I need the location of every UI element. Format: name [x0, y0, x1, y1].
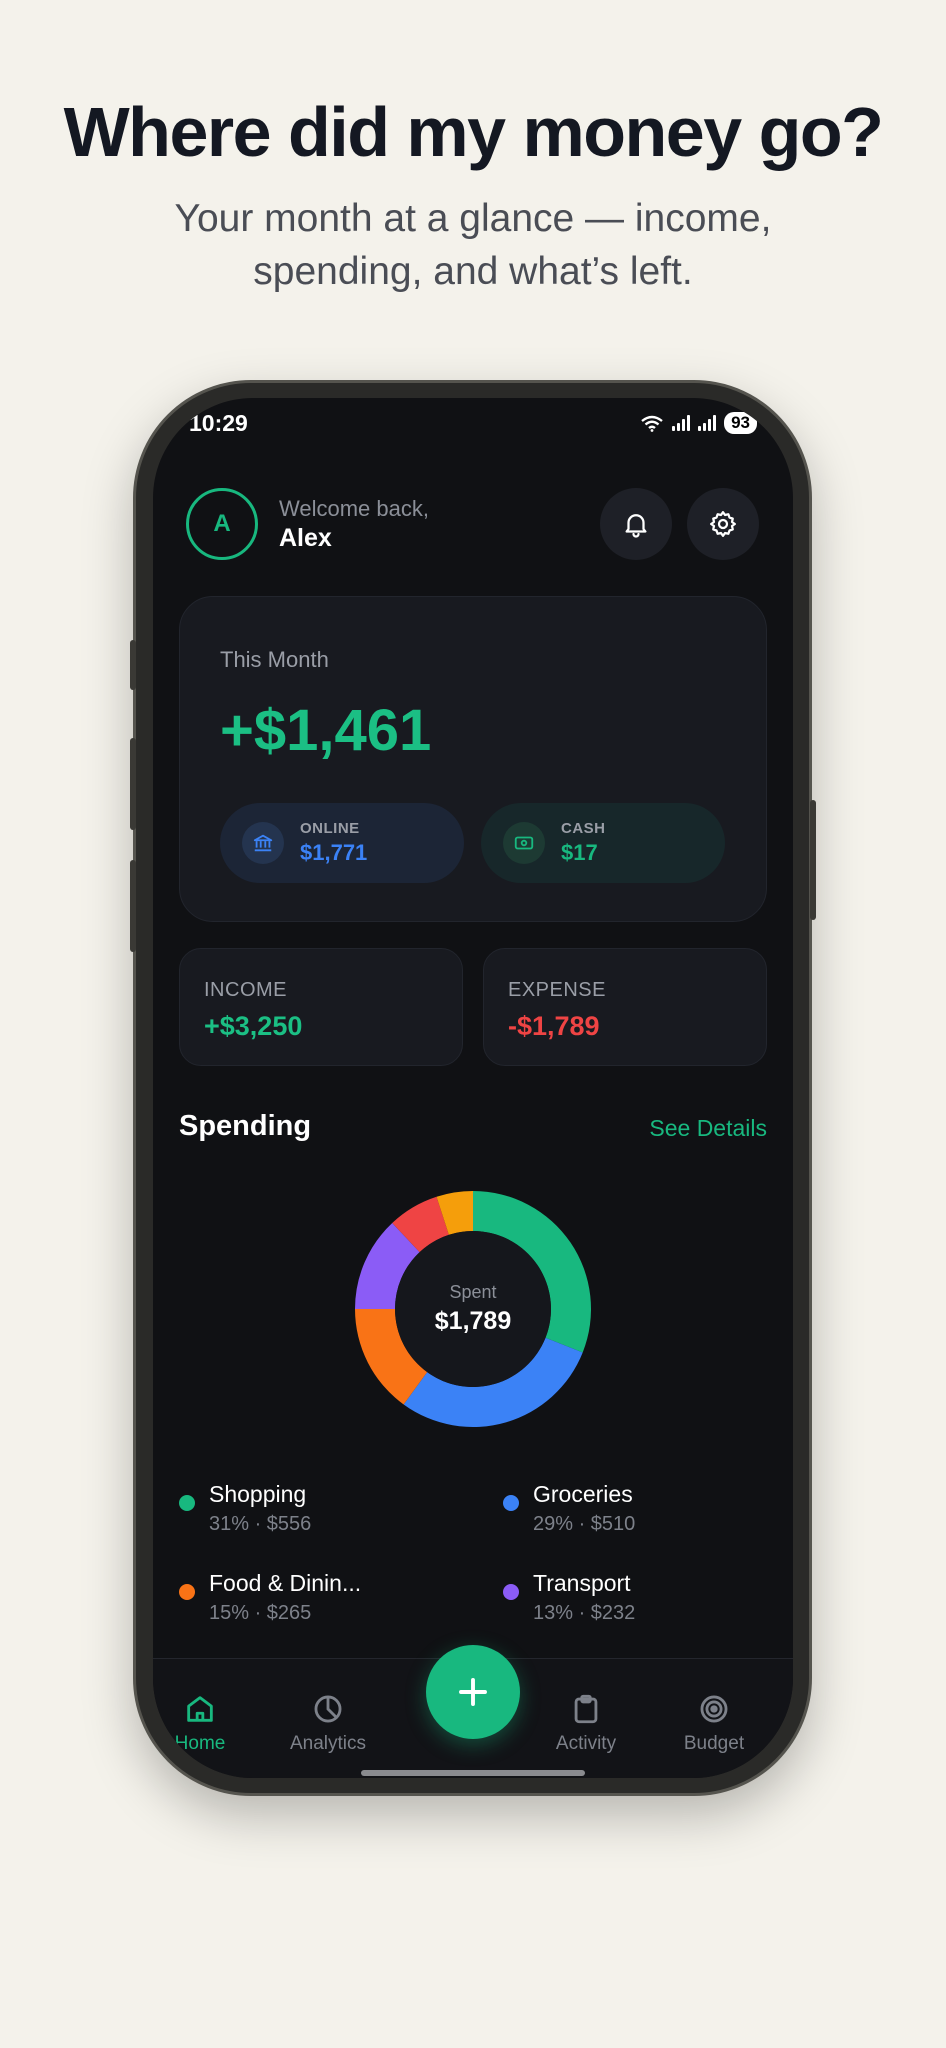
legend-dot [179, 1584, 195, 1600]
clipboard-icon [531, 1689, 641, 1729]
battery-indicator: 93 [724, 412, 757, 434]
legend-name: Transport [533, 1570, 631, 1596]
month-summary-card[interactable]: This Month +$1,461 ONLINE $1,771 CASH $1… [179, 596, 767, 922]
gear-icon [710, 511, 736, 537]
home-icon [153, 1689, 255, 1729]
settings-button[interactable] [687, 488, 759, 560]
month-net-value: +$1,461 [220, 698, 432, 763]
legend-dot [503, 1495, 519, 1511]
pie-chart-icon [273, 1689, 383, 1729]
notifications-button[interactable] [600, 488, 672, 560]
cash-balance-pill[interactable]: CASH $17 [481, 803, 725, 883]
plus-icon [459, 1678, 487, 1706]
status-time: 10:29 [189, 410, 248, 436]
phone-side-button [130, 860, 136, 952]
phone-side-button [130, 738, 136, 830]
welcome-text: Welcome back, [279, 496, 429, 521]
cash-label: CASH [561, 820, 606, 837]
spending-title: Spending [179, 1110, 312, 1142]
donut-value: $1,789 [434, 1307, 512, 1335]
donut-center: Spent $1,789 [355, 1191, 591, 1427]
user-name: Alex [279, 524, 332, 552]
avatar[interactable]: A [186, 488, 258, 560]
legend-name: Shopping [209, 1481, 307, 1507]
status-icons: 93 [640, 412, 757, 434]
donut-caption: Spent [449, 1282, 497, 1302]
bell-icon [625, 514, 647, 538]
phone-side-button [810, 800, 816, 920]
legend-meta: 15% · $265 [209, 1602, 312, 1624]
nav-activity-label: Activity [555, 1733, 617, 1754]
hero-title: Where did my money go? [63, 93, 884, 171]
expense-value: -$1,789 [508, 1011, 600, 1041]
income-value: +$3,250 [204, 1011, 303, 1041]
nav-analytics-label: Analytics [289, 1733, 367, 1754]
nav-budget[interactable]: Budget [659, 1689, 769, 1755]
cell-signal-icon [672, 415, 691, 431]
nav-budget-label: Budget [683, 1733, 745, 1754]
bank-icon [242, 822, 284, 864]
month-label: This Month [220, 647, 329, 672]
legend-name: Food & Dinin... [209, 1570, 362, 1596]
wifi-icon [641, 415, 663, 432]
cash-icon [503, 822, 545, 864]
nav-home-label: Home [174, 1733, 226, 1754]
online-balance-pill[interactable]: ONLINE $1,771 [220, 803, 464, 883]
legend-dot [503, 1584, 519, 1600]
hero-subtitle: Your month at a glance — income, spendin… [174, 197, 772, 293]
online-value: $1,771 [300, 840, 368, 865]
nav-activity[interactable]: Activity [531, 1689, 641, 1755]
phone-screen: 10:29 93 A Welcome back, Alex This Month… [153, 398, 793, 1778]
legend-meta: 29% · $510 [533, 1513, 636, 1535]
legend-name: Groceries [533, 1481, 633, 1507]
legend-meta: 13% · $232 [533, 1602, 636, 1624]
expense-card[interactable]: EXPENSE -$1,789 [483, 948, 767, 1066]
nav-home[interactable]: Home [153, 1689, 255, 1755]
income-label: INCOME [204, 979, 287, 1001]
home-indicator[interactable] [361, 1770, 585, 1776]
legend-dot [179, 1495, 195, 1511]
add-transaction-button[interactable] [426, 1645, 520, 1739]
expense-label: EXPENSE [508, 979, 606, 1001]
nav-analytics[interactable]: Analytics [273, 1689, 383, 1755]
legend-meta: 31% · $556 [209, 1513, 312, 1535]
target-icon [659, 1689, 769, 1729]
cell-signal-icon [698, 415, 717, 431]
phone-side-button [130, 640, 136, 690]
income-card[interactable]: INCOME +$3,250 [179, 948, 463, 1066]
cash-value: $17 [561, 840, 598, 865]
online-label: ONLINE [300, 820, 360, 837]
see-details-link[interactable]: See Details [649, 1115, 767, 1142]
